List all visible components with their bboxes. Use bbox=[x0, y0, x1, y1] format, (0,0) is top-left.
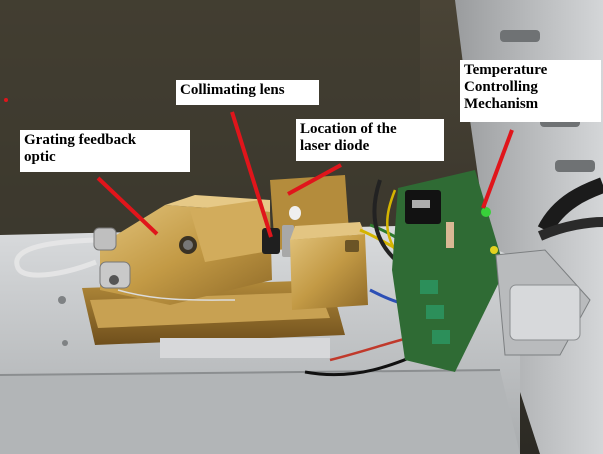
annotated-photo: Grating feedback optic Collimating lens … bbox=[0, 0, 603, 454]
label-grating-feedback-optic: Grating feedback optic bbox=[20, 130, 190, 172]
label-temperature-control: Temperature Controlling Mechanism bbox=[460, 60, 601, 122]
label-laser-diode-location: Location of the laser diode bbox=[296, 119, 444, 161]
label-collimating-lens: Collimating lens bbox=[176, 80, 319, 105]
status-led-green bbox=[481, 207, 491, 217]
